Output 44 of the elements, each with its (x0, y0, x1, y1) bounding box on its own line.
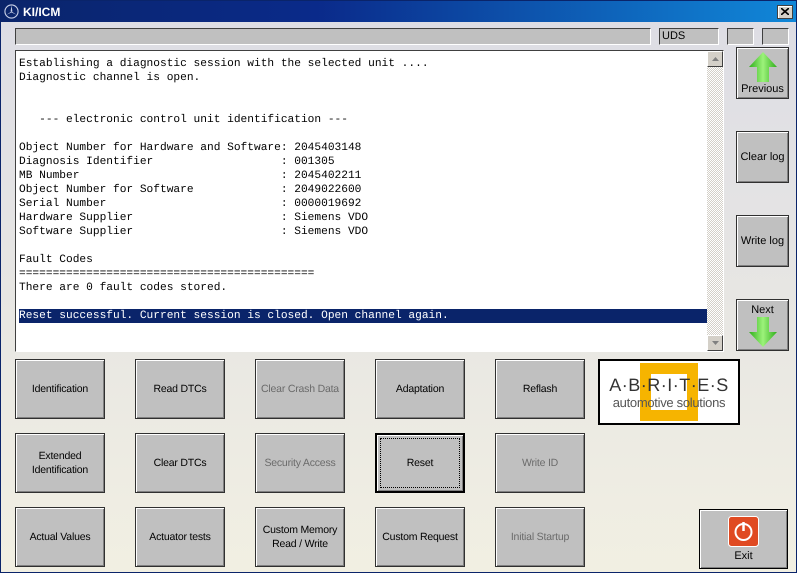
function-button[interactable]: Reflash (495, 359, 585, 419)
function-button[interactable]: Actual Values (15, 507, 105, 567)
function-button[interactable]: Adaptation (375, 359, 465, 419)
log-line: ============================================ (19, 267, 316, 281)
log-line: MB Number : 2045402211 (19, 169, 362, 183)
protocol-field: UDS (659, 28, 719, 45)
close-button[interactable] (777, 4, 793, 18)
power-icon (728, 516, 759, 547)
function-button[interactable]: Reset (375, 433, 465, 493)
function-button[interactable]: Custom Memory Read / Write (255, 507, 345, 567)
status-field (727, 28, 754, 45)
nav-button[interactable]: Clear log (736, 131, 789, 183)
nav-button[interactable]: Previous (736, 47, 789, 99)
log-line: Serial Number : 0000019692 (19, 197, 362, 211)
log-line: Diagnostic channel is open. (19, 71, 202, 85)
down-arrow-icon (748, 316, 776, 346)
log-line: Object Number for Software : 2049022600 (19, 183, 362, 197)
close-icon (781, 8, 789, 15)
up-triangle-icon (712, 57, 718, 61)
scrollbar[interactable] (707, 51, 723, 351)
log-line: There are 0 fault codes stored. (19, 281, 228, 295)
down-triangle-icon (712, 341, 718, 345)
log-line: Object Number for Hardware and Software: 2045403148 (19, 141, 362, 155)
star-logo-icon (4, 4, 19, 19)
function-button[interactable]: Extended Identification (15, 433, 105, 493)
function-button[interactable]: Actuator tests (135, 507, 225, 567)
function-button[interactable]: Read DTCs (135, 359, 225, 419)
log-line: Fault Codes (19, 253, 94, 267)
function-button[interactable]: Custom Request (375, 507, 465, 567)
scroll-up-button[interactable] (707, 51, 723, 67)
function-button[interactable]: Clear DTCs (135, 433, 225, 493)
up-arrow-icon (748, 52, 776, 82)
log-line: Hardware Supplier : Siemens VDO (19, 211, 370, 225)
nav-button[interactable]: Write log (736, 215, 789, 267)
status-field (762, 28, 789, 45)
function-button[interactable]: Identification (15, 359, 105, 419)
exit-button[interactable]: Exit (699, 509, 788, 569)
scroll-down-button[interactable] (707, 335, 723, 351)
log-line: Diagnosis Identifier : 001305 (19, 155, 336, 169)
log-line: --- electronic control unit identification --- (38, 113, 349, 127)
window-title: KI/ICM (23, 4, 62, 18)
log-line: Software Supplier : Siemens VDO (19, 225, 370, 239)
nav-button[interactable]: Next (736, 299, 789, 351)
log-line: Establishing a diagnostic session with the selected unit .... (19, 57, 430, 71)
